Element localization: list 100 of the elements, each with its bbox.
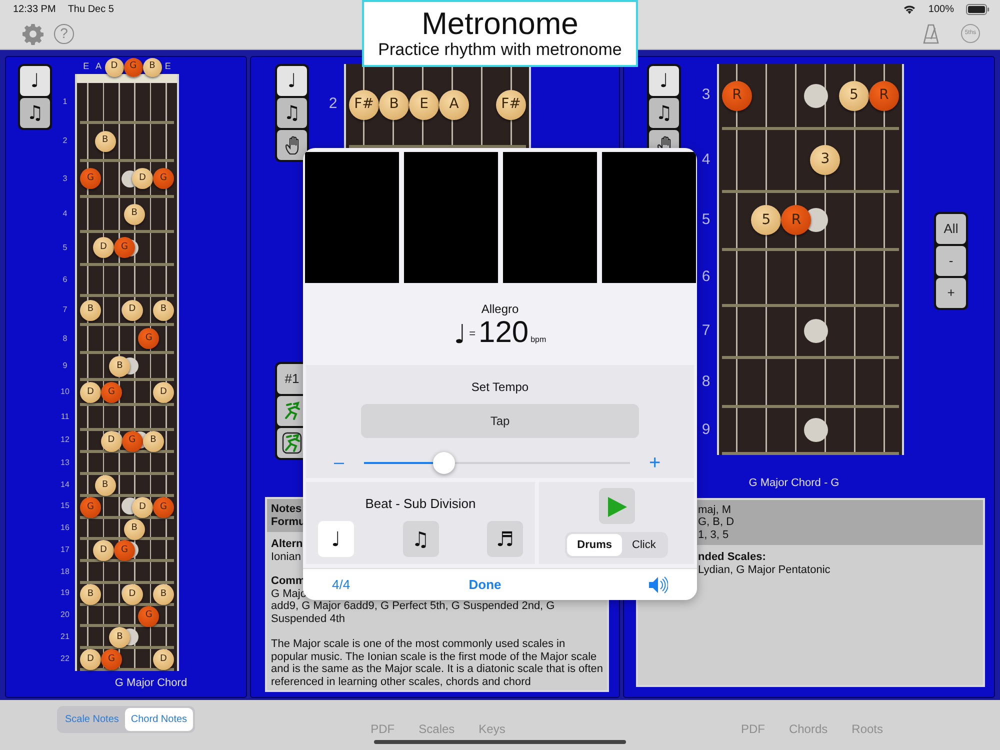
note-dot: B — [109, 627, 130, 648]
fret-number: 8 — [62, 332, 68, 345]
fretboard-caption: G Major Chord — [114, 676, 188, 691]
note-mode-button[interactable]: ♫ — [649, 98, 679, 128]
wifi-icon — [903, 4, 916, 14]
subdivision-button[interactable]: ♬ — [487, 521, 523, 558]
tempo-slider[interactable] — [364, 450, 630, 475]
info-value: G, B, D — [698, 516, 734, 528]
speaker-icon[interactable] — [648, 574, 668, 595]
fret-number: 16 — [60, 522, 70, 534]
fret-number: 9 — [700, 420, 712, 440]
note-dot: B — [109, 356, 130, 377]
note-dot: D — [93, 237, 114, 258]
note-mode-tab[interactable]: Chord Notes — [124, 708, 194, 731]
tap-button[interactable]: Tap — [361, 404, 639, 438]
set-tempo-label: Set Tempo — [471, 378, 529, 396]
root-note-dot: G — [101, 382, 122, 403]
note-mode-button[interactable]: ♫ — [277, 98, 307, 128]
figure-icon — [282, 400, 302, 422]
play-button[interactable] — [598, 488, 634, 524]
root-note-dot: R — [722, 80, 752, 111]
note-dot: F# — [496, 90, 526, 120]
fret-number: 4 — [62, 208, 68, 220]
open-string-label: A — [95, 60, 102, 74]
note-mode-button[interactable]: ♩ — [20, 66, 50, 96]
info-paragraph: The Major scale is one of the most commonly used scales in popular music. The Ionian scale is the first mode of the Major scale and is the same as the Major scale. It is a diatonic scale that is often referenced in learning other scales, chords and chord — [271, 638, 604, 688]
fret-number: 17 — [60, 544, 70, 556]
sound-option[interactable]: Click — [622, 534, 666, 556]
fret-number: 6 — [700, 267, 712, 288]
zoom-button[interactable]: + — [936, 278, 966, 308]
fret-number: 6 — [62, 274, 68, 286]
subdivision-button[interactable]: ♫ — [402, 521, 438, 558]
note-dot: D — [80, 382, 101, 403]
note-dot: B — [94, 130, 116, 152]
note-dot: B — [142, 58, 162, 76]
note-dot: D — [93, 540, 114, 562]
open-string-label: E — [83, 60, 90, 74]
root-note-dot: G — [138, 328, 160, 350]
note-mode-button[interactable]: ♩ — [649, 66, 679, 96]
metronome-icon[interactable] — [923, 24, 939, 44]
note-dot: B — [379, 90, 409, 120]
fret-number: 18 — [60, 566, 70, 578]
note-mode-button[interactable]: ♫ — [20, 98, 50, 128]
fret-number: 8 — [700, 372, 712, 392]
note-dot: B — [152, 300, 174, 321]
info-value: maj, M — [698, 504, 731, 516]
root-note-dot: G — [152, 496, 174, 518]
fret-number: 15 — [60, 500, 70, 512]
hand-button[interactable] — [277, 130, 307, 160]
note-dot: D — [104, 58, 124, 76]
note-dot: B — [124, 204, 145, 225]
battery-icon — [966, 4, 990, 14]
status-date: Thu Dec 5 — [68, 2, 114, 16]
root-note-dot: G — [114, 237, 135, 258]
note-dot: D — [152, 382, 174, 403]
fret-inlay — [804, 418, 828, 442]
done-button[interactable]: Done — [468, 574, 502, 594]
fret-number: 2 — [62, 135, 68, 148]
framed-figure-icon — [282, 432, 302, 454]
fret-number: 12 — [60, 434, 70, 446]
open-string-label: E — [164, 60, 171, 74]
status-time: 12:33 PM — [13, 2, 56, 16]
note-dot: D — [132, 168, 153, 190]
fret-number: 2 — [328, 94, 338, 114]
fret-number: 3 — [700, 85, 712, 106]
fret-number: 21 — [60, 630, 70, 643]
info-label: Notes — [271, 503, 302, 516]
tempo-name: Allegro — [481, 300, 519, 318]
equals-sign: = — [469, 327, 476, 342]
zoom-button[interactable]: - — [936, 246, 966, 276]
zoom-button[interactable]: All — [936, 214, 966, 244]
title-heading: Metronome — [422, 7, 578, 42]
note-dot: 5 — [839, 80, 869, 111]
note-dot: 5 — [751, 205, 782, 236]
note-dot: E — [409, 90, 439, 120]
fret-number: 20 — [60, 609, 70, 622]
sound-option[interactable]: Drums — [567, 534, 622, 556]
settings-icon[interactable] — [22, 22, 44, 44]
fret-number: 1 — [62, 96, 68, 108]
subdivision-title: Beat - Sub Division — [364, 494, 477, 513]
info-heading: Altern — [271, 538, 303, 550]
note-dot: F# — [349, 90, 379, 120]
root-note-dot: R — [869, 80, 899, 111]
root-note-dot: G — [138, 606, 160, 627]
fret-number: 9 — [62, 360, 68, 372]
time-signature-button[interactable]: 4/4 — [332, 574, 350, 594]
info-text: Lydian, G Major Pentatonic — [698, 564, 830, 576]
fret-inlay — [804, 84, 828, 108]
fret-number: 19 — [60, 587, 70, 600]
subdivision-button[interactable]: ♩ — [318, 521, 354, 558]
root-note-dot: R — [781, 205, 812, 236]
note-mode-button[interactable]: ♩ — [277, 66, 307, 96]
fret-number: 14 — [60, 478, 70, 491]
root-note-dot: G — [122, 430, 143, 452]
hand-icon — [283, 135, 301, 155]
note-dot: B — [94, 475, 116, 496]
fret-number: 10 — [60, 386, 70, 398]
root-note-dot: G — [114, 540, 135, 562]
note-glyph: ♩ — [454, 322, 466, 348]
root-note-dot: G — [124, 58, 143, 76]
